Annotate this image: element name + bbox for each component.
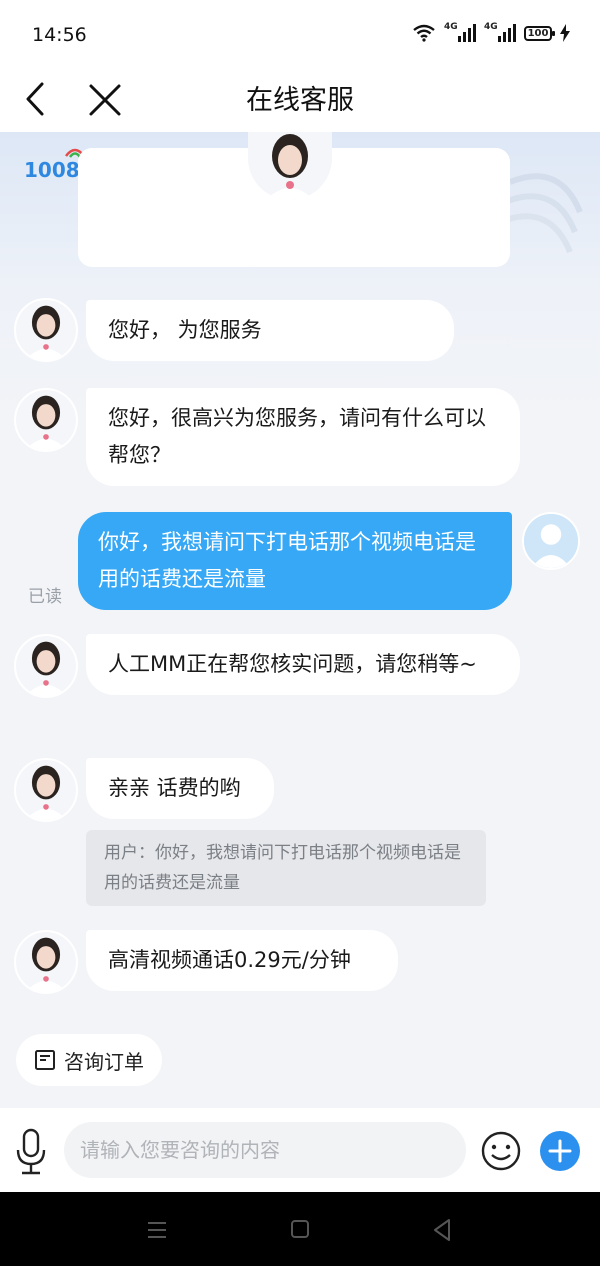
agent-avatar <box>14 298 78 362</box>
message-input[interactable] <box>64 1122 466 1178</box>
agent-avatar <box>14 388 78 452</box>
user-message-bubble: 你好，我想请问下打电话那个视频电话是用的话费还是流量 <box>78 512 512 610</box>
agent-message-bubble: 人工MM正在帮您核实问题，请您稍等~ <box>86 634 520 695</box>
quoted-message: 用户：你好，我想请问下打电话那个视频电话是用的话费还是流量 <box>86 830 486 906</box>
user-avatar <box>522 512 580 570</box>
consult-order-button[interactable]: 咨询订单 <box>16 1034 162 1086</box>
emoji-icon[interactable] <box>480 1130 522 1172</box>
decorative-waves-icon <box>500 173 583 254</box>
brand-logo-text: 1008 <box>24 158 80 182</box>
home-icon[interactable] <box>290 1219 310 1239</box>
agent-message-bubble: 高清视频通话0.29元/分钟 <box>86 930 398 991</box>
plus-icon <box>548 1139 572 1163</box>
chat-area[interactable]: 1008 您好， 为您服务 您好，很高兴为您服务，请问有什么可以帮您？ 你好，我… <box>0 132 600 1108</box>
nav-back-icon[interactable] <box>432 1218 452 1242</box>
status-icons: 4G 4G 100 <box>412 22 570 42</box>
page-title: 在线客服 <box>246 85 354 116</box>
read-status: 已读 <box>28 587 62 607</box>
document-icon <box>35 1050 55 1070</box>
battery-icon: 100 <box>524 25 555 41</box>
network-type-label-2: 4G <box>484 22 498 32</box>
network-type-label: 4G <box>444 22 458 32</box>
agent-message-bubble: 您好， 为您服务 <box>86 300 454 361</box>
consult-order-label: 咨询订单 <box>64 1049 144 1074</box>
agent-avatar <box>14 930 78 994</box>
plus-button[interactable] <box>540 1131 580 1171</box>
menu-icon[interactable] <box>146 1219 168 1241</box>
signal-icon-2: 4G <box>484 22 516 42</box>
status-bar: 14:56 4G 4G 100 <box>0 0 600 66</box>
input-bar <box>0 1108 600 1192</box>
microphone-icon[interactable] <box>14 1128 48 1176</box>
agent-avatar <box>14 758 78 822</box>
charging-icon <box>560 24 570 42</box>
system-nav-bar <box>0 1192 600 1266</box>
title-bar: 在线客服 <box>0 66 600 132</box>
signal-icon: 4G <box>444 22 476 42</box>
agent-message-bubble: 您好，很高兴为您服务，请问有什么可以帮您？ <box>86 388 520 486</box>
status-time: 14:56 <box>32 24 87 46</box>
brand-logo: 1008 <box>24 148 85 182</box>
wifi-icon <box>413 24 435 42</box>
agent-message-bubble: 亲亲 话费的哟 <box>86 758 274 819</box>
agent-avatar <box>14 634 78 698</box>
